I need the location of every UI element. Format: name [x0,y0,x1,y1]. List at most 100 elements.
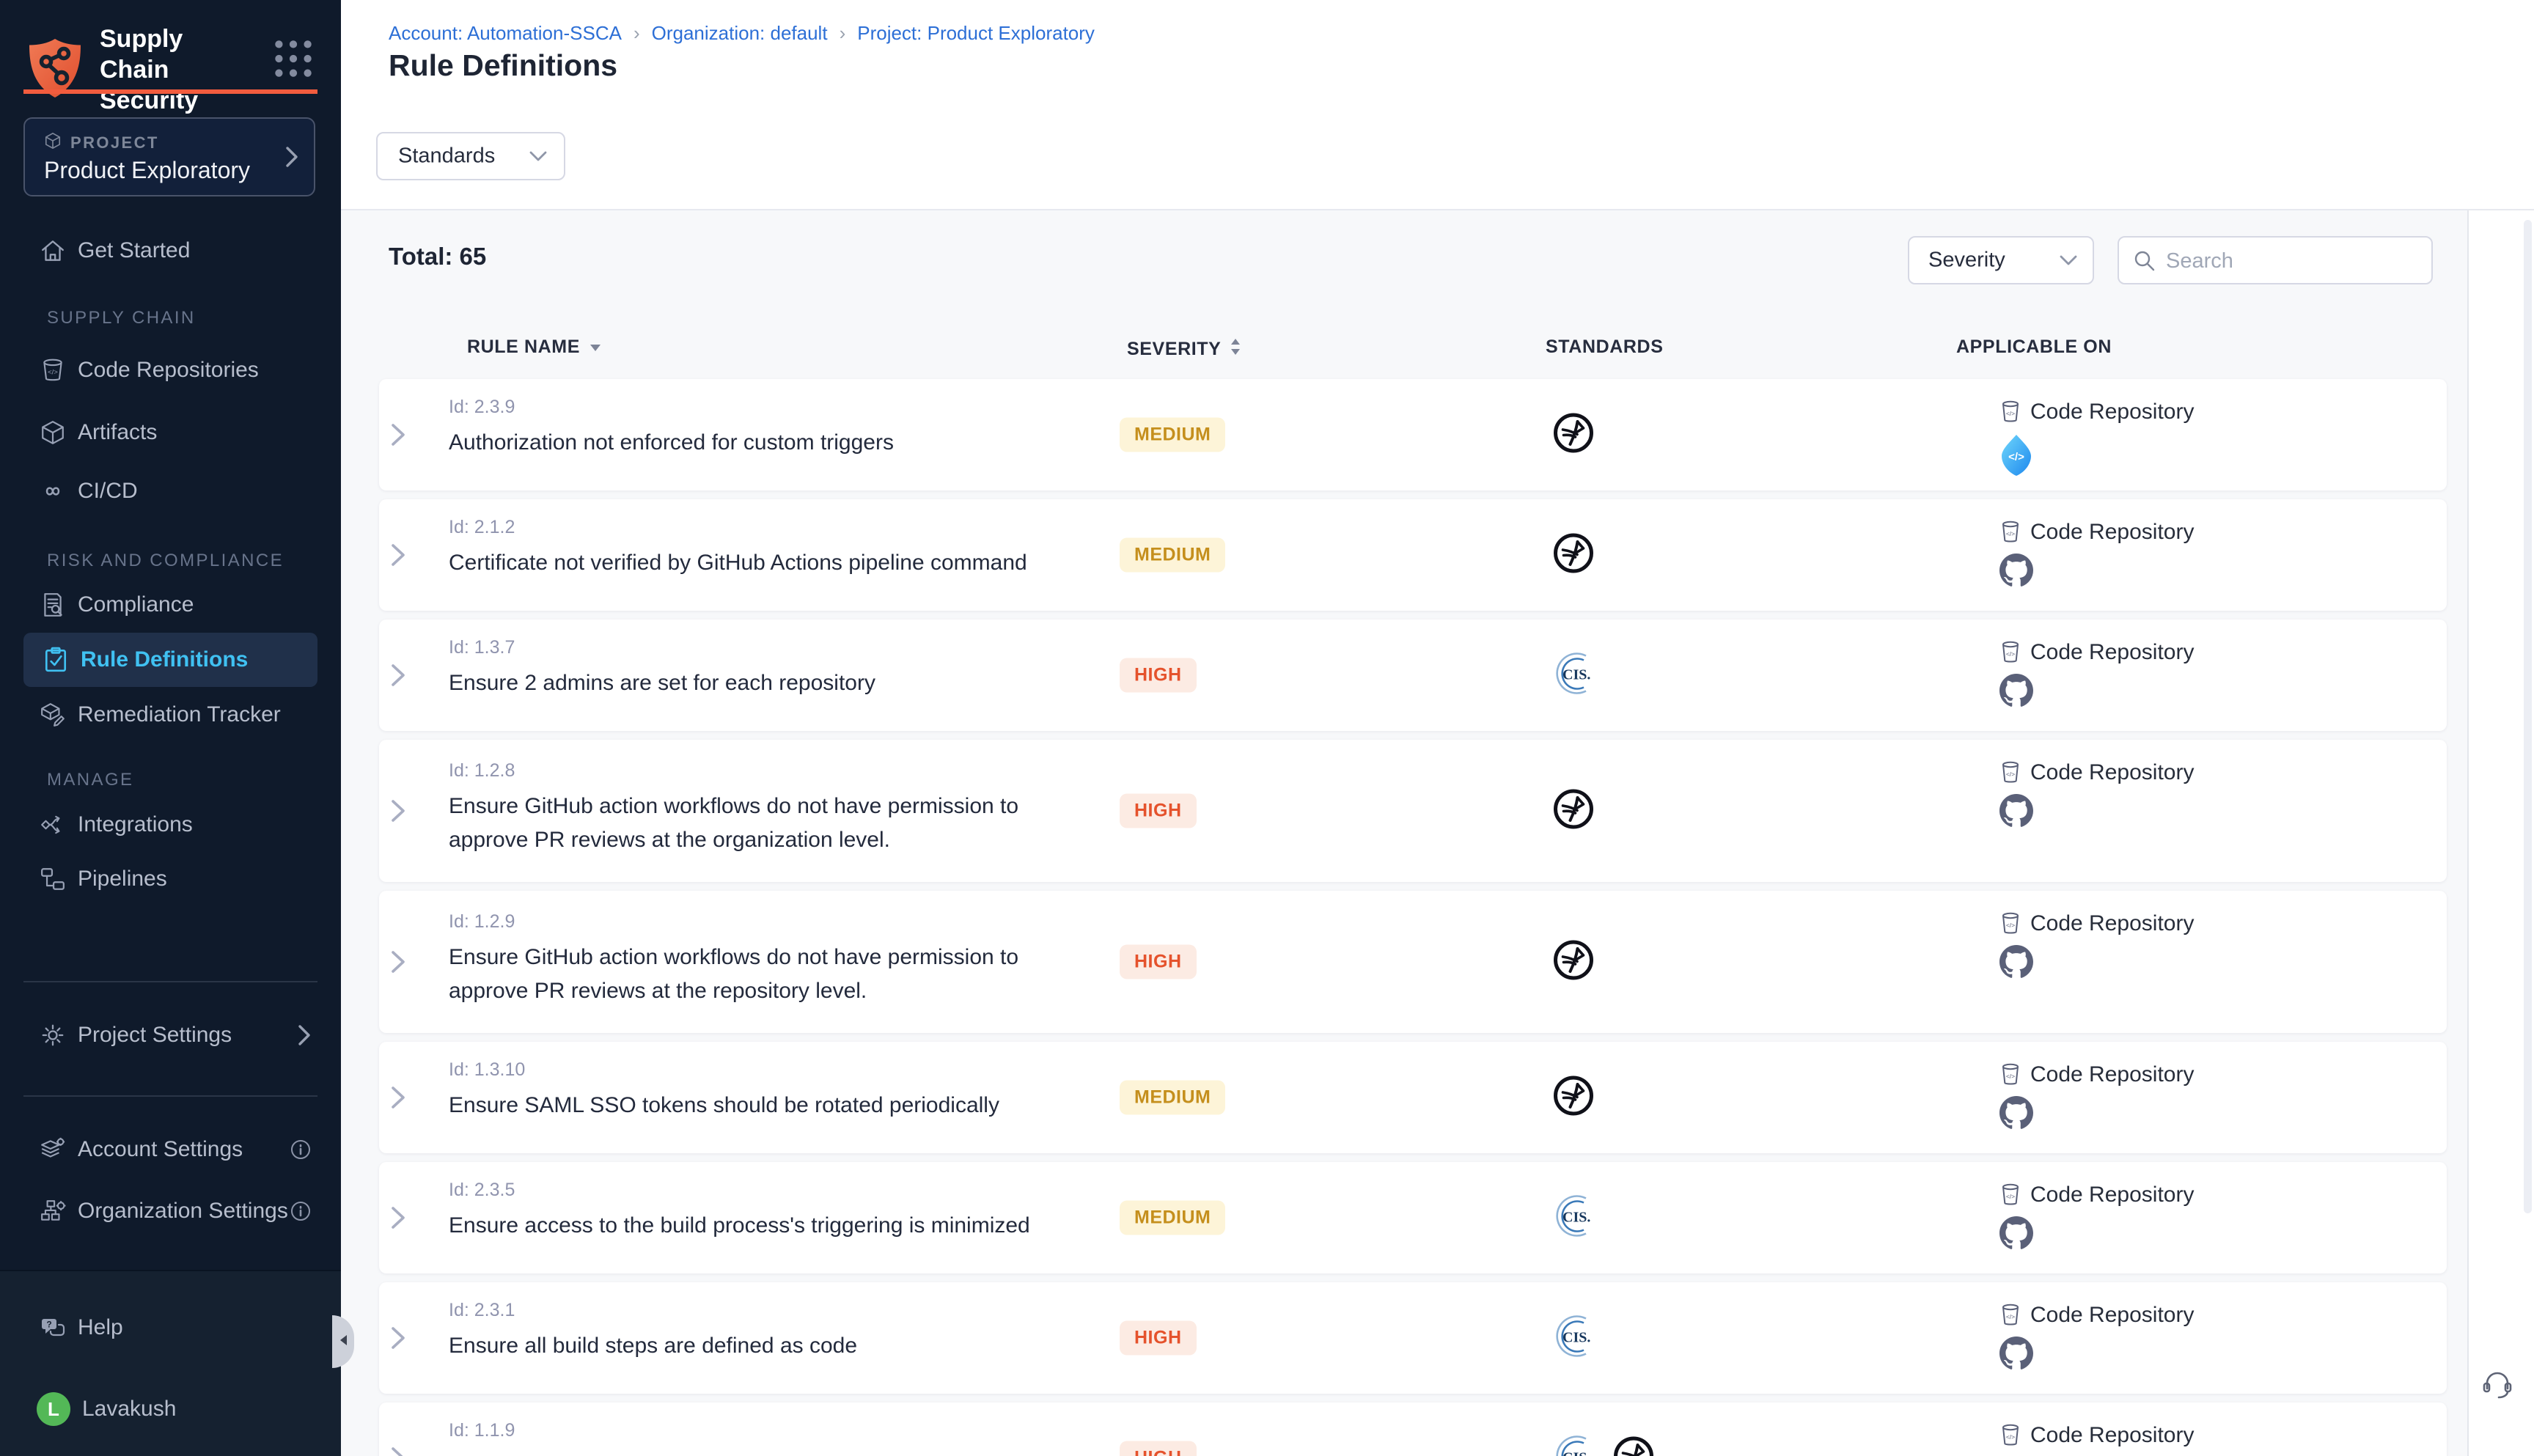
sidebar-item-compliance[interactable]: Compliance [0,581,341,628]
rule-id: Id: 1.2.9 [449,911,515,933]
rule-name: Ensure GitHub action workflows do not ha… [449,790,1094,857]
sidebar-item-organization-settings[interactable]: Organization Settings [0,1188,341,1235]
row-expand-chevron-icon[interactable] [389,1323,407,1353]
severity-filter-label: Severity [1928,249,2005,273]
severity-badge: MEDIUM [1120,418,1225,452]
standards-icons: CIS. [1553,1194,1597,1242]
column-header-applicable-on: APPLICABLE ON [1956,337,2112,358]
row-expand-chevron-icon[interactable] [389,1203,407,1232]
page-title: Rule Definitions [389,48,617,83]
chevron-down-icon [529,150,548,162]
row-expand-chevron-icon[interactable] [389,540,407,570]
app-switcher-grid-icon[interactable] [273,38,314,83]
severity-badge: HIGH [1120,945,1197,979]
svg-text:CIS.: CIS. [1562,667,1590,683]
row-expand-chevron-icon[interactable] [389,1083,407,1112]
row-expand-chevron-icon[interactable] [389,947,407,977]
project-selector[interactable]: PROJECT Product Exploratory [23,117,315,196]
home-icon [40,237,67,265]
compliance-icon [40,591,67,619]
applicable-on-label: Code Repository [2030,520,2194,545]
table-row[interactable]: Id: 2.3.1Ensure all build steps are defi… [379,1282,2447,1394]
scrollbar-thumb[interactable] [2524,220,2532,1213]
standards-filter-dropdown[interactable]: Standards [376,132,565,180]
code-repository-icon: </> [1999,640,2021,665]
sidebar-item-rule-definitions[interactable]: Rule Definitions [23,633,317,687]
rule-name: Authorization not enforced for custom tr… [449,426,894,460]
table-row[interactable]: Id: 2.3.5Ensure access to the build proc… [379,1162,2447,1273]
table-row[interactable]: Id: 1.2.8Ensure GitHub action workflows … [379,740,2447,882]
applicable-on-label: Code Repository [2030,911,2194,936]
sidebar-item-remediation-tracker[interactable]: Remediation Tracker [0,691,341,738]
row-expand-chevron-icon[interactable] [389,796,407,826]
row-expand-chevron-icon[interactable] [389,661,407,690]
github-icon [1999,1336,2194,1374]
sidebar-item-integrations[interactable]: Integrations [0,801,341,848]
app-title: Supply Chain Security [100,23,254,116]
sidebar-item-ci-cd[interactable]: CI/CD [0,468,341,515]
applicable-on-label: Code Repository [2030,1423,2194,1448]
row-expand-chevron-icon[interactable] [389,1444,407,1456]
info-icon[interactable] [290,1200,312,1222]
sidebar-item-label: Remediation Tracker [78,702,281,727]
sidebar-item-get-started[interactable]: Get Started [0,227,341,274]
svg-text:</>: </> [2006,1073,2015,1080]
cis-icon: CIS. [1553,1315,1597,1362]
sidebar-item-code-repositories[interactable]: </>Code Repositories [0,347,341,394]
rule-name: Ensure 2 admins are set for each reposit… [449,666,875,700]
code-language-icon: </> [1999,433,2194,481]
severity-badge: HIGH [1120,1321,1197,1356]
user-menu[interactable]: L Lavakush [0,1386,341,1433]
accent-divider [23,89,317,94]
table-row[interactable]: Id: 2.3.9Authorization not enforced for … [379,379,2447,490]
severity-badge: HIGH [1120,658,1197,693]
table-row[interactable]: Id: 1.3.7Ensure 2 admins are set for eac… [379,619,2447,731]
applicable-on: </>Code Repository [1999,1423,2194,1448]
breadcrumb: Account: Automation-SSCA › Organization: d… [389,22,1095,45]
rule-name: Ensure all build steps are defined as co… [449,1329,857,1363]
column-header-rule-name[interactable]: RULE NAME [467,337,602,358]
applicable-on-label: Code Repository [2030,1303,2194,1328]
standards-icons [1553,533,1594,578]
sidebar-item-project-settings[interactable]: Project Settings [0,1012,341,1059]
applicable-on: </>Code Repository [1999,520,2194,591]
table-row[interactable]: Id: 1.1.9HIGHCIS.</>Code Repository [379,1402,2447,1456]
topbar: Account: Automation-SSCA › Organization: d… [341,0,2534,210]
rules-table-body: Id: 2.3.9Authorization not enforced for … [379,379,2447,1456]
code-repository-icon: </> [1999,911,2021,936]
breadcrumb-item[interactable]: Account: Automation-SSCA [389,22,622,45]
row-expand-chevron-icon[interactable] [389,420,407,449]
standards-icons [1553,1076,1594,1120]
support-headset-icon[interactable] [2481,1371,2513,1404]
search-input[interactable] [2164,238,2424,284]
svg-text:</>: </> [2006,1193,2015,1200]
rule-id: Id: 1.1.9 [449,1420,515,1441]
table-row[interactable]: Id: 1.2.9Ensure GitHub action workflows … [379,891,2447,1033]
info-icon[interactable] [290,1139,312,1161]
code-repository-icon: </> [1999,1303,2021,1328]
breadcrumb-separator: › [840,22,846,45]
sort-down-icon [589,337,602,358]
rule-id: Id: 1.3.10 [449,1059,525,1081]
sidebar-item-pipelines[interactable]: Pipelines [0,856,341,902]
table-row[interactable]: Id: 1.3.10Ensure SAML SSO tokens should … [379,1042,2447,1153]
severity-badge: MEDIUM [1120,538,1225,573]
severity-filter-dropdown[interactable]: Severity [1908,236,2094,284]
openssf-icon [1553,1076,1594,1120]
pipelines-icon [40,865,67,893]
app-header: Supply Chain Security [28,23,254,116]
sidebar-item-help[interactable]: ? Help [0,1304,341,1351]
table-row[interactable]: Id: 2.1.2Certificate not verified by Git… [379,499,2447,611]
openssf-icon [1553,533,1594,578]
github-icon [1999,674,2194,711]
chevron-down-icon [2059,254,2078,266]
column-header-severity[interactable]: SEVERITY [1127,337,1241,362]
breadcrumb-item[interactable]: Organization: default [652,22,828,45]
breadcrumb-item[interactable]: Project: Product Exploratory [857,22,1095,45]
sidebar-item-account-settings[interactable]: Account Settings [0,1126,341,1173]
svg-text:</>: </> [2006,410,2015,417]
svg-text:</>: </> [2006,650,2015,658]
github-icon [1999,554,2194,591]
svg-text:</>: </> [48,368,58,376]
sidebar-item-artifacts[interactable]: Artifacts [0,409,341,456]
